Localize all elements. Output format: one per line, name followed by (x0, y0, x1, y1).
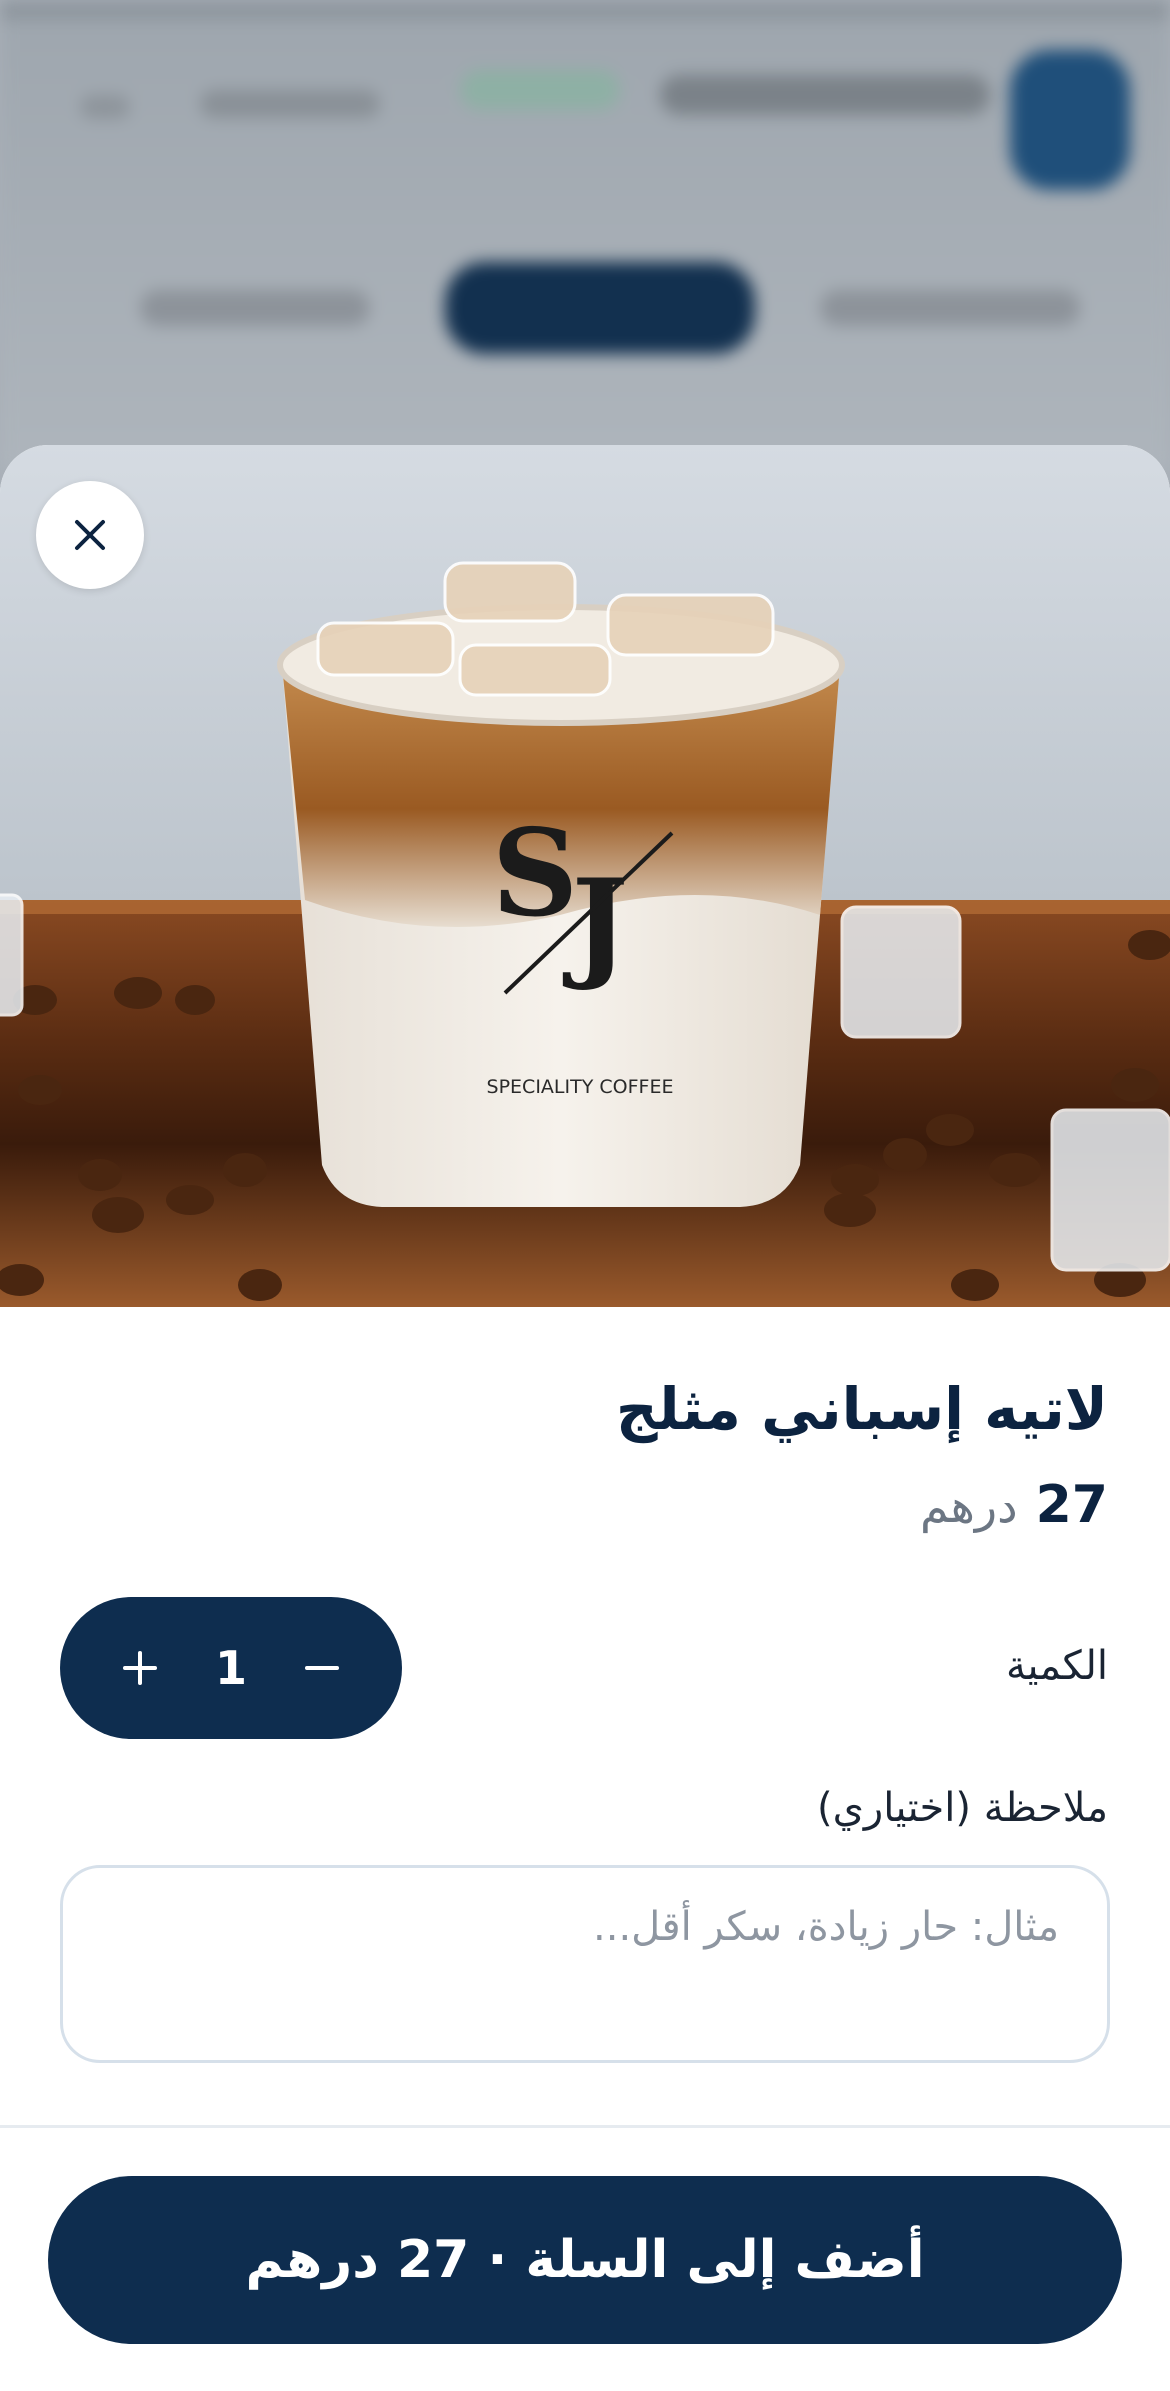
blurred-header-icon (80, 95, 130, 119)
note-label: ملاحظة (اختياري) (817, 1785, 1108, 1831)
footer-divider (0, 2125, 1170, 2128)
cup-brand-text: SPECIALITY COFFEE (487, 1076, 674, 1098)
blurred-active-tab (445, 262, 755, 354)
close-button[interactable] (36, 481, 144, 589)
status-bar (0, 0, 1170, 20)
quantity-label: الكمية (1005, 1643, 1108, 1689)
add-to-cart-currency: درهم (245, 2230, 379, 2290)
add-to-cart-separator: · (487, 2230, 508, 2290)
plus-icon (123, 1651, 157, 1685)
add-to-cart-label: أضف إلى السلة (525, 2230, 925, 2290)
blurred-header-text-2 (200, 90, 380, 118)
close-icon (75, 520, 105, 550)
price-value: 27 (1035, 1475, 1108, 1535)
product-price: 27 درهم (920, 1475, 1108, 1535)
blurred-background-page (0, 0, 1170, 470)
blurred-header-text (660, 75, 990, 115)
quantity-stepper: 1 (60, 1597, 402, 1739)
blurred-avatar (1010, 50, 1130, 190)
svg-text:S: S (492, 803, 579, 944)
add-to-cart-amount: 27 (397, 2230, 470, 2290)
quantity-value: 1 (214, 1641, 247, 1695)
blurred-status-badge (460, 70, 620, 110)
product-bottom-sheet: S J SPECIALITY COFFEE لاتيه إسباني مثلج … (0, 445, 1170, 2391)
svg-text:J: J (563, 853, 629, 994)
add-to-cart-button[interactable]: أضف إلى السلة · 27 درهم (48, 2176, 1122, 2344)
price-currency: درهم (920, 1479, 1018, 1533)
minus-icon (304, 1666, 339, 1670)
increment-button[interactable] (112, 1640, 168, 1696)
decrement-button[interactable] (294, 1640, 350, 1696)
product-image: S J SPECIALITY COFFEE (0, 445, 1170, 1307)
blurred-tab-left (140, 290, 370, 326)
blurred-tab-right (820, 290, 1080, 326)
product-title: لاتيه إسباني مثلج (615, 1375, 1108, 1443)
note-input[interactable] (60, 1865, 1110, 2063)
